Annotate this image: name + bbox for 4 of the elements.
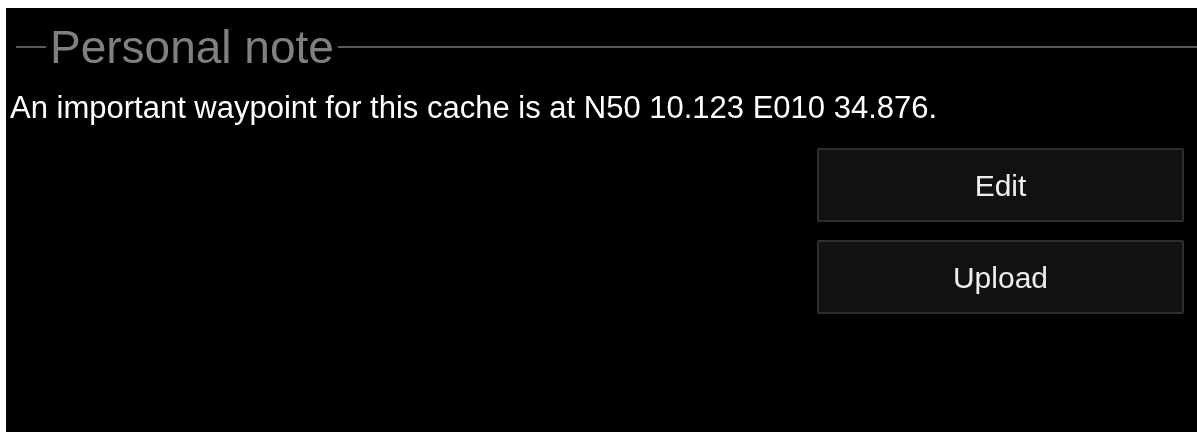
section-title: Personal note (49, 20, 335, 75)
note-text: An important waypoint for this cache is at N50 10.123 E010 34.876. (10, 90, 939, 126)
action-button[interactable]: Upload (817, 240, 1184, 314)
action-button[interactable]: Edit (817, 148, 1184, 222)
